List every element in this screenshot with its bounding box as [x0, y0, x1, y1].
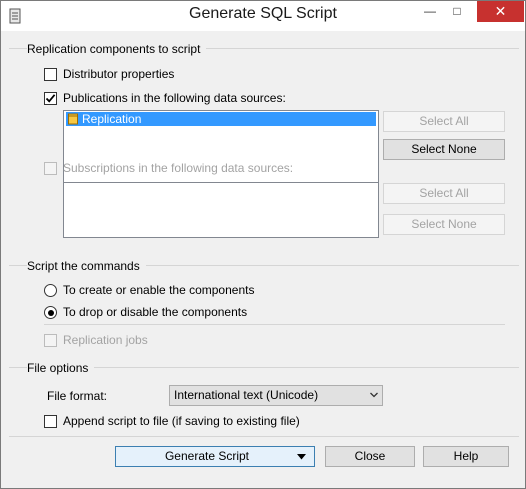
sub-select-all-button[interactable]: Select All — [383, 183, 505, 204]
replication-section-label: Replication components to script — [27, 42, 207, 56]
file-options-section-label: File options — [27, 361, 95, 375]
drop-radio[interactable] — [44, 306, 57, 319]
pub-select-all-button[interactable]: Select All — [383, 111, 505, 132]
list-item-label: Replication — [82, 112, 142, 126]
file-format-label: File format: — [47, 389, 108, 403]
file-format-value: International text (Unicode) — [174, 388, 319, 402]
distributor-label: Distributor properties — [63, 67, 175, 81]
replication-jobs-label: Replication jobs — [63, 333, 148, 347]
footer-divider — [9, 436, 519, 437]
sub-select-none-button[interactable]: Select None — [383, 214, 505, 235]
create-option-label: To create or enable the components — [63, 283, 255, 297]
checkmark-icon — [45, 94, 56, 103]
chevron-down-icon — [370, 392, 378, 398]
subscriptions-label: Subscriptions in the following data sour… — [63, 161, 294, 175]
minimize-icon[interactable]: — — [416, 1, 444, 22]
dialog-body: Replication components to script Distrib… — [9, 31, 519, 482]
close-window-icon[interactable]: ✕ — [477, 1, 524, 22]
subscriptions-list[interactable] — [63, 182, 379, 238]
generate-sql-script-dialog: Generate SQL Script — □ ✕ Replication co… — [0, 0, 526, 489]
list-item[interactable]: Replication — [66, 112, 376, 126]
dropdown-arrow-icon[interactable] — [297, 454, 306, 460]
publications-checkbox[interactable] — [44, 92, 57, 105]
create-radio[interactable] — [44, 284, 57, 297]
file-format-select[interactable]: International text (Unicode) — [169, 385, 383, 406]
database-icon — [68, 113, 78, 125]
generate-script-label: Generate Script — [164, 449, 250, 463]
maximize-icon[interactable]: □ — [444, 1, 470, 22]
replication-jobs-checkbox[interactable] — [44, 334, 57, 347]
distributor-checkbox[interactable] — [44, 68, 57, 81]
title-bar[interactable]: Generate SQL Script — □ ✕ — [1, 1, 525, 31]
publications-label: Publications in the following data sourc… — [63, 91, 286, 105]
drop-option-label: To drop or disable the components — [63, 305, 248, 319]
append-label: Append script to file (if saving to exis… — [63, 414, 300, 428]
pub-select-none-button[interactable]: Select None — [383, 139, 505, 160]
close-button[interactable]: Close — [325, 446, 415, 467]
generate-script-button[interactable]: Generate Script — [115, 446, 315, 467]
subscriptions-checkbox[interactable] — [44, 162, 57, 175]
radio-dot — [47, 309, 54, 316]
append-checkbox[interactable] — [44, 415, 57, 428]
section-divider — [44, 324, 505, 325]
commands-section-label: Script the commands — [27, 259, 146, 273]
help-button[interactable]: Help — [423, 446, 509, 467]
